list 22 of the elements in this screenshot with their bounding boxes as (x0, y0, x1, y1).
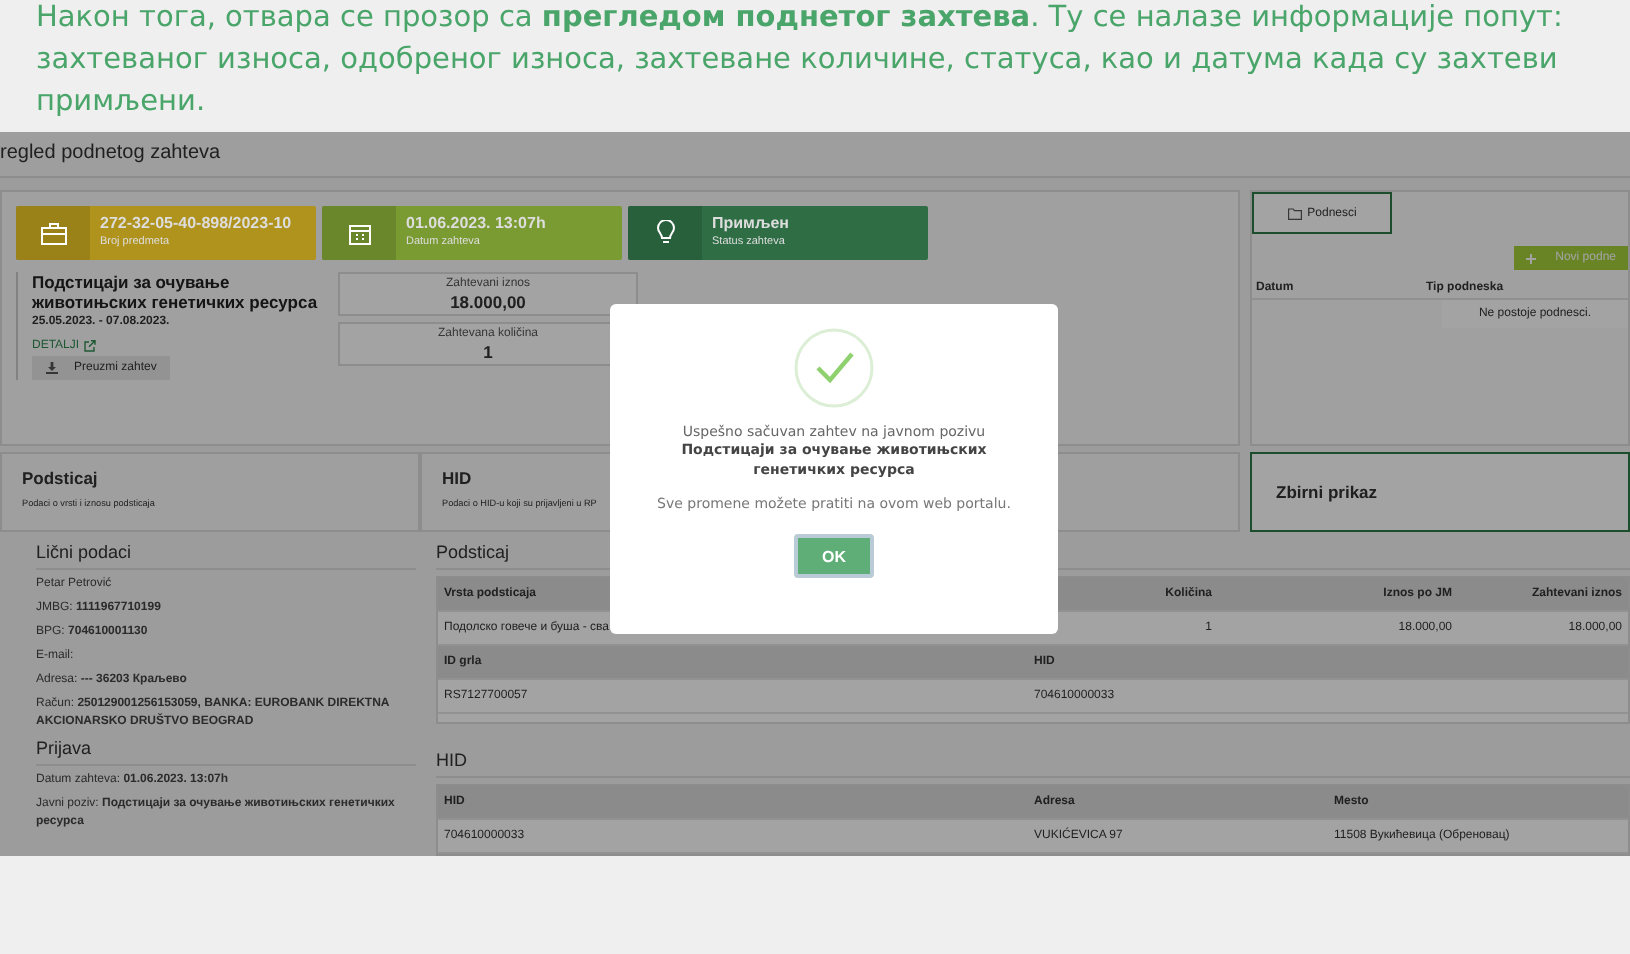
amount-value: 18.000,00 (450, 291, 526, 311)
plus-icon (1525, 253, 1536, 263)
tile-value: Примљен (712, 214, 790, 232)
amount-value: 1 (483, 341, 493, 361)
tile-value: 01.06.2023. 13:07h (406, 214, 546, 232)
tile-value: 272-32-05-40-898/2023-10 (100, 214, 292, 232)
lightbulb-icon (655, 220, 675, 246)
section-heading: Prijava (36, 738, 416, 766)
call-title: Подстицаји за очување животињских генетичких ресурса (32, 272, 320, 312)
briefcase-icon (39, 221, 67, 245)
calendar-icon (347, 221, 371, 245)
section-heading: Lični podaci (36, 542, 416, 570)
section-heading: HID (436, 750, 1630, 778)
summary-title: Zbirni prikaz (1276, 482, 1378, 502)
ok-button[interactable]: OK (794, 534, 874, 578)
section-title: Podsticaj (22, 468, 98, 488)
external-link-icon (83, 340, 96, 352)
intro-paragraph: Након тога, отвара се прозор са прегледом поднетог захтева. Ту се налазе информације попут: захтеваног износа, одобреног износа, захтеване количине, статуса, као и датума када су захтеви примљени. (36, 0, 1565, 122)
check-icon (794, 328, 874, 408)
download-icon (46, 362, 58, 374)
folder-icon (1287, 207, 1302, 219)
section-title: HID (442, 468, 472, 488)
